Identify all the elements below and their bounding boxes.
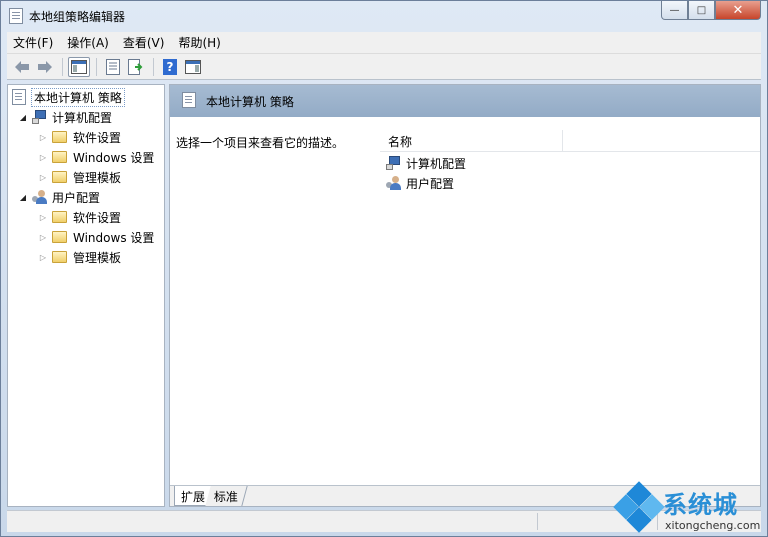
tree-item-user-software[interactable]: ▷ 软件设置 bbox=[38, 208, 121, 226]
tab-standard[interactable]: 标准 bbox=[205, 486, 248, 506]
user-icon bbox=[386, 176, 401, 190]
folder-icon bbox=[52, 151, 67, 163]
toolbar-separator bbox=[96, 57, 97, 76]
computer-icon bbox=[386, 156, 401, 170]
collapsed-arrow-icon[interactable]: ▷ bbox=[38, 253, 48, 262]
policy-doc-icon bbox=[9, 8, 23, 24]
list-column-header: 名称 bbox=[380, 130, 760, 152]
menu-file[interactable]: 文件(F) bbox=[7, 34, 59, 51]
tree-pane[interactable]: 本地计算机 策略 ◢ 计算机配置 ▷ 软件设置 ▷ Windows 设置 ▷ 管… bbox=[7, 84, 165, 507]
description-text: 选择一个项目来查看它的描述。 bbox=[176, 136, 345, 150]
tree-item-user-config[interactable]: ◢ 用户配置 bbox=[18, 188, 100, 206]
tree-item-label: 软件设置 bbox=[73, 210, 122, 225]
menu-help[interactable]: 帮助(H) bbox=[172, 34, 226, 51]
details-header: 本地计算机 策略 bbox=[170, 85, 760, 117]
column-name-header[interactable]: 名称 bbox=[380, 130, 563, 151]
collapsed-arrow-icon[interactable]: ▷ bbox=[38, 233, 48, 242]
properties-icon[interactable] bbox=[102, 57, 124, 77]
policy-doc-icon bbox=[182, 92, 196, 108]
tree-item-computer-config[interactable]: ◢ 计算机配置 bbox=[18, 108, 112, 126]
back-arrow-icon[interactable] bbox=[11, 57, 33, 77]
tree-item-label: 软件设置 bbox=[73, 130, 122, 145]
toolbar-separator bbox=[153, 57, 154, 76]
menu-action[interactable]: 操作(A) bbox=[61, 34, 115, 51]
tree-item-label: 管理模板 bbox=[73, 170, 122, 185]
menu-view[interactable]: 查看(V) bbox=[117, 34, 171, 51]
maximize-button[interactable]: □ bbox=[688, 1, 715, 20]
tree-item-computer-software[interactable]: ▷ 软件设置 bbox=[38, 128, 121, 146]
export-list-icon[interactable] bbox=[125, 57, 147, 77]
minimize-button[interactable]: — bbox=[661, 1, 688, 20]
watermark-url: xitongcheng.com bbox=[665, 519, 761, 532]
tree-item-label: 计算机配置 bbox=[52, 110, 113, 125]
tab-standard-label: 标准 bbox=[213, 490, 238, 504]
column-header-blank[interactable] bbox=[563, 130, 760, 151]
folder-icon bbox=[52, 211, 67, 223]
folder-icon bbox=[52, 231, 67, 243]
watermark-logo: 系统城 xitongcheng.com bbox=[613, 481, 768, 537]
list-item-user-config[interactable]: 用户配置 bbox=[386, 173, 454, 193]
menu-bar: 文件(F) 操作(A) 查看(V) 帮助(H) bbox=[7, 32, 761, 53]
folder-icon bbox=[52, 171, 67, 183]
toolbar: ? bbox=[7, 53, 761, 80]
computer-icon bbox=[32, 110, 47, 124]
window-title: 本地组策略编辑器 bbox=[29, 10, 126, 24]
close-button[interactable]: ✕ bbox=[715, 1, 761, 20]
title-bar[interactable]: 本地组策略编辑器 — □ ✕ bbox=[1, 1, 767, 31]
app-window: 本地组策略编辑器 — □ ✕ 文件(F) 操作(A) 查看(V) 帮助(H) ?… bbox=[0, 0, 768, 537]
tree-item-root[interactable]: 本地计算机 策略 bbox=[12, 87, 125, 107]
folder-icon bbox=[52, 131, 67, 143]
tree-item-label: 管理模板 bbox=[73, 250, 122, 265]
tree-item-label: Windows 设置 bbox=[73, 230, 155, 245]
folder-icon bbox=[52, 251, 67, 263]
details-pane: 本地计算机 策略 选择一个项目来查看它的描述。 名称 计算机配置 用户配置 扩展… bbox=[169, 84, 761, 507]
window-controls: — □ ✕ bbox=[661, 1, 761, 21]
expanded-arrow-icon[interactable]: ◢ bbox=[18, 113, 28, 122]
tree-item-computer-windows[interactable]: ▷ Windows 设置 bbox=[38, 148, 154, 166]
status-divider bbox=[537, 513, 538, 530]
toolbar-separator bbox=[62, 57, 63, 76]
tree-item-label: Windows 设置 bbox=[73, 150, 155, 165]
description-area: 选择一个项目来查看它的描述。 bbox=[170, 117, 380, 485]
expanded-arrow-icon[interactable]: ◢ bbox=[18, 193, 28, 202]
list-item-computer-config[interactable]: 计算机配置 bbox=[386, 153, 466, 173]
tree-item-label: 本地计算机 策略 bbox=[31, 87, 125, 107]
help-icon[interactable]: ? bbox=[159, 57, 181, 77]
collapsed-arrow-icon[interactable]: ▷ bbox=[38, 133, 48, 142]
policy-doc-icon bbox=[12, 89, 26, 105]
tree-item-label: 用户配置 bbox=[52, 190, 101, 205]
forward-arrow-icon[interactable] bbox=[34, 57, 56, 77]
details-title: 本地计算机 策略 bbox=[206, 95, 294, 109]
show-action-pane-icon[interactable] bbox=[182, 57, 204, 77]
list-item-label: 计算机配置 bbox=[406, 156, 467, 171]
collapsed-arrow-icon[interactable]: ▷ bbox=[38, 153, 48, 162]
user-icon bbox=[32, 190, 47, 204]
collapsed-arrow-icon[interactable]: ▷ bbox=[38, 213, 48, 222]
show-hide-tree-icon[interactable] bbox=[68, 56, 90, 77]
tree-item-computer-admin[interactable]: ▷ 管理模板 bbox=[38, 168, 121, 186]
tree-item-user-windows[interactable]: ▷ Windows 设置 bbox=[38, 228, 154, 246]
watermark-diamond-icon bbox=[613, 481, 665, 533]
watermark-text: 系统城 bbox=[663, 491, 738, 519]
collapsed-arrow-icon[interactable]: ▷ bbox=[38, 173, 48, 182]
list-item-label: 用户配置 bbox=[406, 176, 455, 191]
tree-item-user-admin[interactable]: ▷ 管理模板 bbox=[38, 248, 121, 266]
